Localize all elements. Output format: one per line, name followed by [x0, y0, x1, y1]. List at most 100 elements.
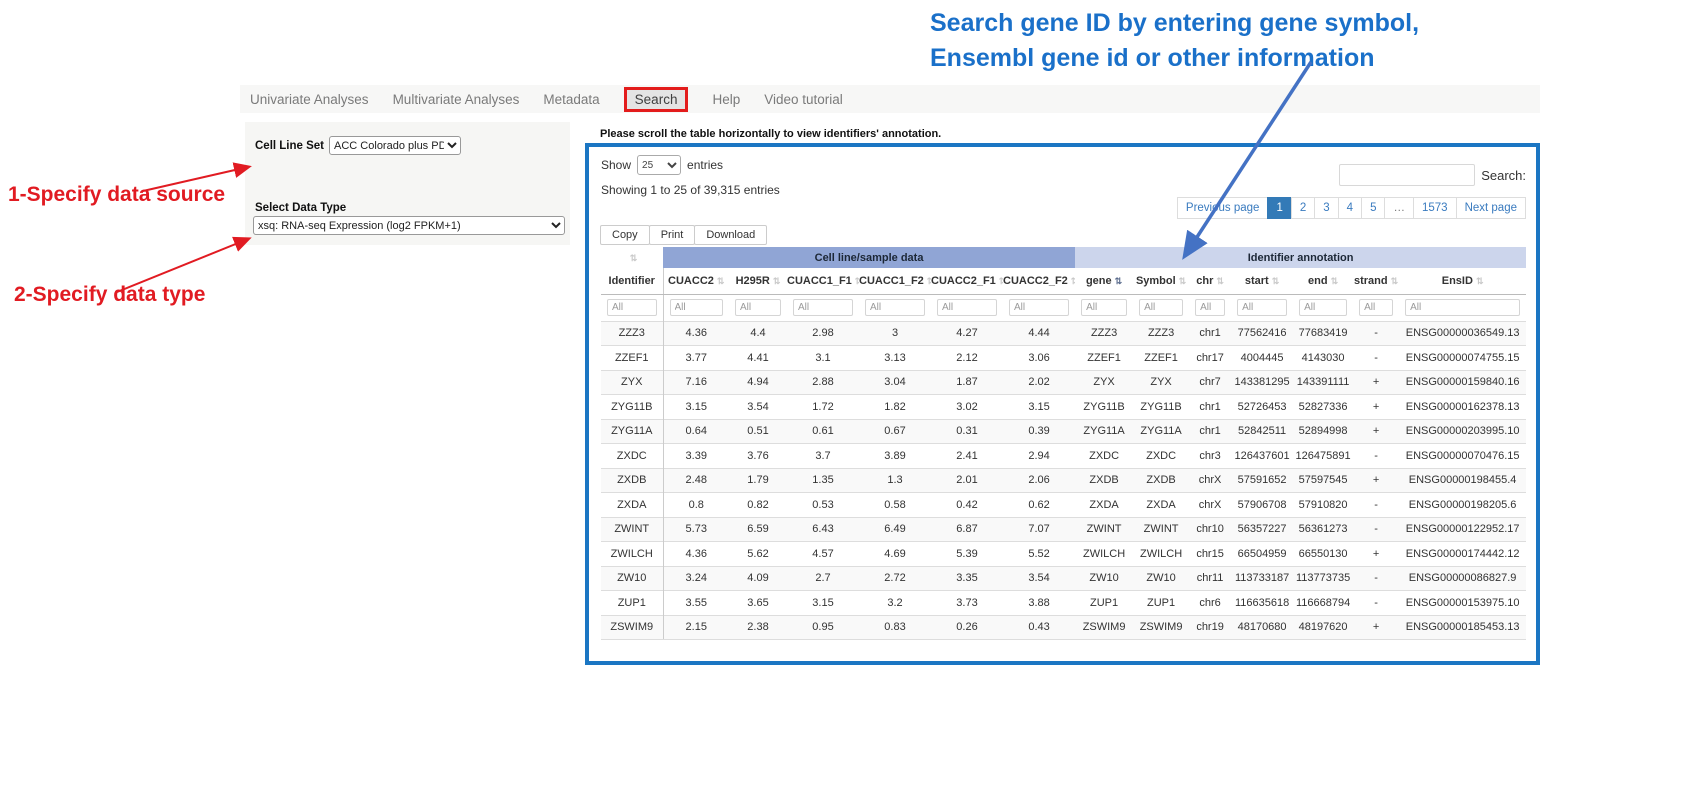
pagination: Previous page12345…1573Next page	[1178, 197, 1526, 219]
column-header-cuacc2_f2[interactable]: CUACC2_F2⇅	[1003, 268, 1075, 294]
cell-cuacc1_f1: 2.7	[787, 566, 859, 591]
cell-end: 52894998	[1293, 419, 1353, 444]
filter-input-ensid[interactable]	[1405, 299, 1520, 316]
previous-page-button[interactable]: Previous page	[1177, 197, 1269, 219]
nav-tab-search[interactable]: Search	[624, 87, 689, 112]
cell-cuacc2_f2: 7.07	[1003, 517, 1075, 542]
cell-cuacc2_f1: 2.41	[931, 444, 1003, 469]
nav-tab-video-tutorial[interactable]: Video tutorial	[764, 92, 843, 107]
column-header-cuacc2_f1[interactable]: CUACC2_F1⇅	[931, 268, 1003, 294]
page-button-2[interactable]: 2	[1291, 197, 1315, 219]
blue-annotation-line2: Ensembl gene id or other information	[930, 41, 1570, 76]
column-label: CUACC2_F1	[931, 275, 996, 287]
table-row: ZW103.244.092.72.723.353.54ZW10ZW10chr11…	[601, 566, 1526, 591]
cell-identifier: ZXDB	[601, 468, 663, 493]
filter-input-cuacc2_f1[interactable]	[937, 299, 997, 316]
cell-cuacc2: 4.36	[663, 542, 729, 567]
filter-input-strand[interactable]	[1359, 299, 1393, 316]
cell-gene: ZWINT	[1075, 517, 1133, 542]
page-button-1[interactable]: 1	[1267, 197, 1291, 219]
nav-tab-univariate-analyses[interactable]: Univariate Analyses	[250, 92, 369, 107]
cell-cuacc2: 3.77	[663, 346, 729, 371]
red-annotation-data-source: 1-Specify data source	[8, 183, 225, 207]
filter-input-end[interactable]	[1299, 299, 1347, 316]
filter-input-cuacc1_f2[interactable]	[865, 299, 925, 316]
cell-ensid: ENSG00000153975.10	[1399, 591, 1526, 616]
filter-input-h295r[interactable]	[735, 299, 781, 316]
column-header-strand[interactable]: strand⇅	[1353, 268, 1399, 294]
entries-label: entries	[687, 158, 723, 172]
cell-symbol: ZZEF1	[1133, 346, 1189, 371]
column-header-gene[interactable]: gene⇅	[1075, 268, 1133, 294]
filter-input-cuacc2_f2[interactable]	[1009, 299, 1069, 316]
column-header-ensid[interactable]: EnsID⇅	[1399, 268, 1526, 294]
cell-strand: +	[1353, 615, 1399, 640]
identifier-sorter-cell[interactable]: ⇅	[601, 247, 663, 268]
cell-start: 57591652	[1231, 468, 1293, 493]
sort-icon: ⇅	[1179, 276, 1187, 286]
cell-chr: chr7	[1189, 370, 1231, 395]
next-page-button[interactable]: Next page	[1456, 197, 1526, 219]
filter-cell-symbol	[1133, 294, 1189, 321]
filter-cell-cuacc1_f1	[787, 294, 859, 321]
page-button-5[interactable]: 5	[1361, 197, 1385, 219]
cell-end: 57910820	[1293, 493, 1353, 518]
cell-ensid: ENSG00000086827.9	[1399, 566, 1526, 591]
nav-tab-multivariate-analyses[interactable]: Multivariate Analyses	[393, 92, 520, 107]
column-header-cuacc1_f1[interactable]: CUACC1_F1⇅	[787, 268, 859, 294]
sort-icon: ⇅	[1216, 276, 1224, 286]
search-input[interactable]	[1339, 164, 1475, 186]
filter-input-identifier[interactable]	[607, 299, 657, 316]
cell-symbol: ZWILCH	[1133, 542, 1189, 567]
column-header-cuacc2[interactable]: CUACC2⇅	[663, 268, 729, 294]
cell-cuacc2_f2: 3.15	[1003, 395, 1075, 420]
page-button-4[interactable]: 4	[1338, 197, 1362, 219]
filter-input-gene[interactable]	[1081, 299, 1127, 316]
cell-strand: -	[1353, 346, 1399, 371]
filter-cell-strand	[1353, 294, 1399, 321]
cell-cuacc1_f2: 1.82	[859, 395, 931, 420]
column-header-start[interactable]: start⇅	[1231, 268, 1293, 294]
cell-chr: chr1	[1189, 395, 1231, 420]
nav-tab-help[interactable]: Help	[712, 92, 740, 107]
column-header-symbol[interactable]: Symbol⇅	[1133, 268, 1189, 294]
cell-end: 113773735	[1293, 566, 1353, 591]
cell-ensid: ENSG00000162378.13	[1399, 395, 1526, 420]
print-button[interactable]: Print	[649, 225, 696, 245]
cell-cuacc2: 0.8	[663, 493, 729, 518]
cell-cuacc2: 2.48	[663, 468, 729, 493]
page-button-3[interactable]: 3	[1314, 197, 1338, 219]
data-type-label: Select Data Type	[255, 202, 346, 214]
filter-cell-cuacc1_f2	[859, 294, 931, 321]
cell-strand: +	[1353, 419, 1399, 444]
table-row: ZYX7.164.942.883.041.872.02ZYXZYXchr7143…	[601, 370, 1526, 395]
column-header-chr[interactable]: chr⇅	[1189, 268, 1231, 294]
column-label: strand	[1354, 275, 1388, 287]
filter-input-cuacc1_f1[interactable]	[793, 299, 853, 316]
cell-identifier: ZSWIM9	[601, 615, 663, 640]
table-row: ZWINT5.736.596.436.496.877.07ZWINTZWINTc…	[601, 517, 1526, 542]
data-type-select[interactable]: xsq: RNA-seq Expression (log2 FPKM+1)	[253, 216, 565, 235]
cell-symbol: ZW10	[1133, 566, 1189, 591]
table-search: Search:	[1339, 164, 1526, 186]
cell-gene: ZUP1	[1075, 591, 1133, 616]
table-row: ZSWIM92.152.380.950.830.260.43ZSWIM9ZSWI…	[601, 615, 1526, 640]
copy-button[interactable]: Copy	[600, 225, 650, 245]
filter-input-symbol[interactable]	[1139, 299, 1183, 316]
column-header-h295r[interactable]: H295R⇅	[729, 268, 787, 294]
blue-annotation: Search gene ID by entering gene symbol, …	[930, 6, 1570, 76]
column-header-identifier[interactable]: Identifier	[601, 268, 663, 294]
column-header-end[interactable]: end⇅	[1293, 268, 1353, 294]
group-header-row: ⇅Cell line/sample dataIdentifier annotat…	[601, 247, 1526, 268]
download-button[interactable]: Download	[694, 225, 767, 245]
cell-end: 52827336	[1293, 395, 1353, 420]
filter-input-start[interactable]	[1237, 299, 1287, 316]
cell-chr: chrX	[1189, 468, 1231, 493]
nav-tab-metadata[interactable]: Metadata	[543, 92, 599, 107]
filter-input-cuacc2[interactable]	[670, 299, 724, 316]
page-button-1573[interactable]: 1573	[1413, 197, 1457, 219]
page-length-select[interactable]: 25	[637, 155, 681, 175]
filter-input-chr[interactable]	[1195, 299, 1225, 316]
cell-line-set-select[interactable]: ACC Colorado plus PDX	[329, 136, 461, 155]
column-header-cuacc1_f2[interactable]: CUACC1_F2⇅	[859, 268, 931, 294]
